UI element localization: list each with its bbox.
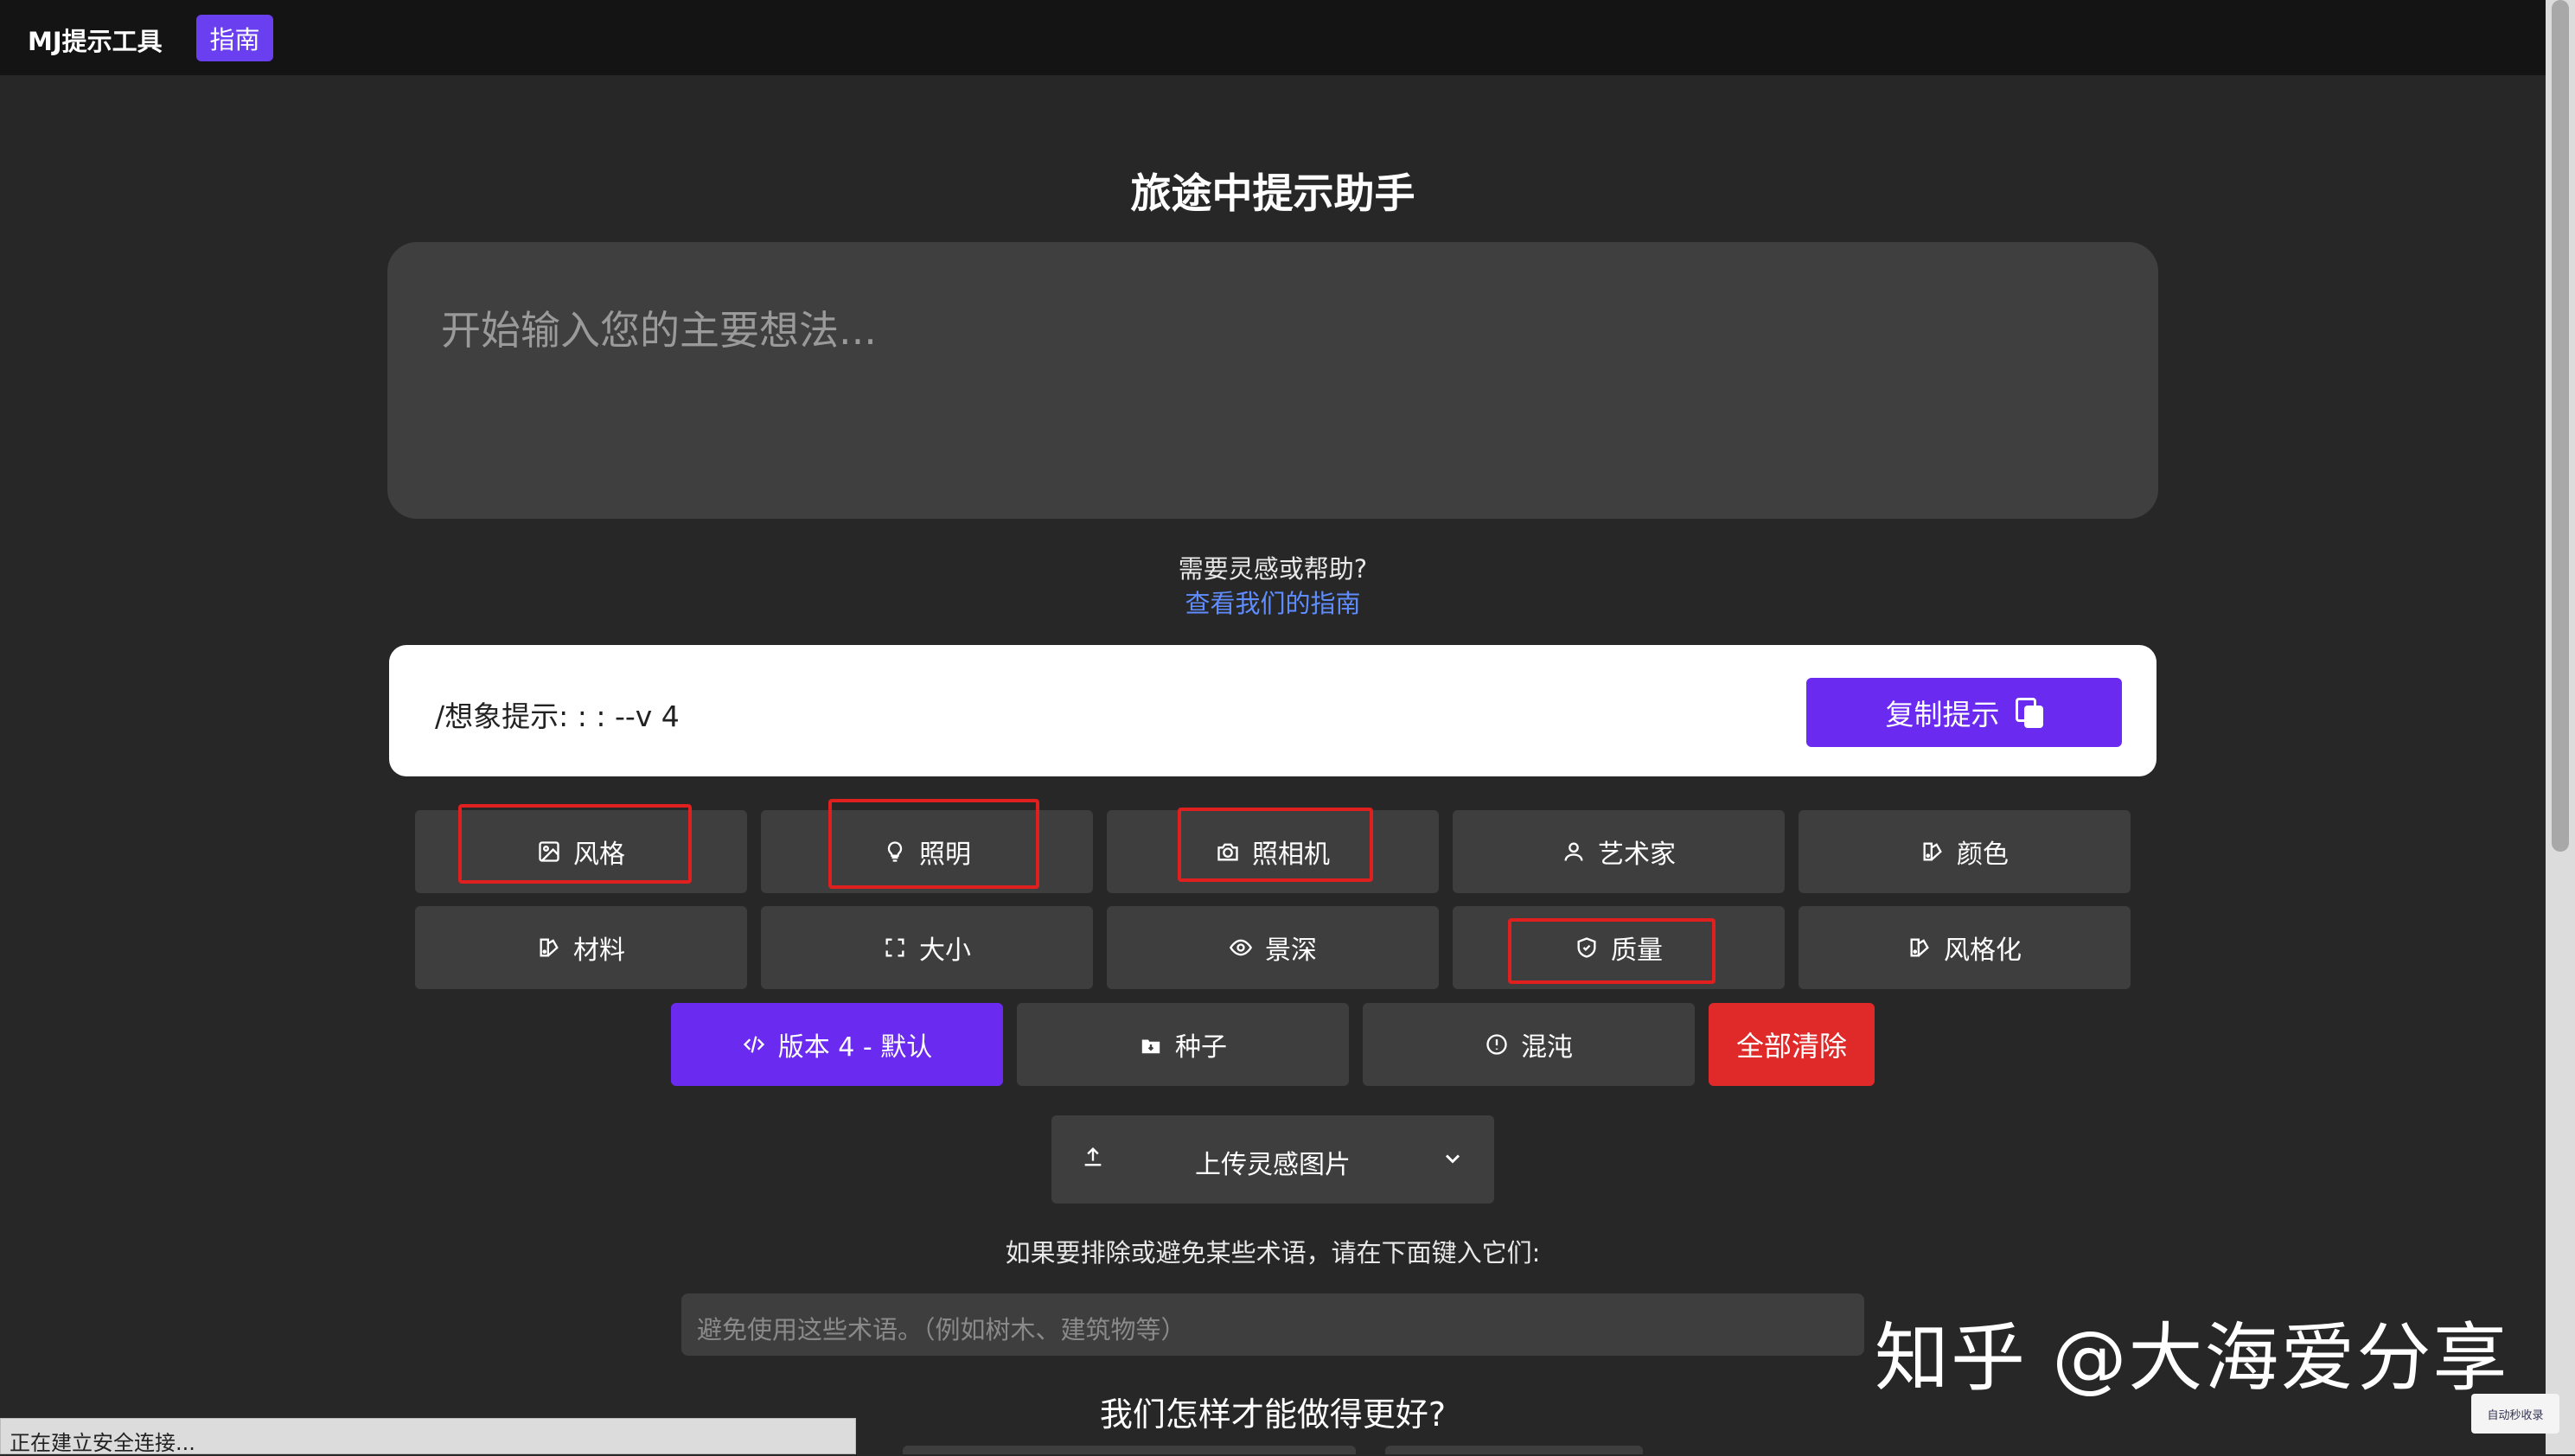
version-label: 版本 4 - 默认 bbox=[777, 1032, 933, 1063]
material-button[interactable]: 材料 bbox=[415, 906, 747, 989]
exclude-terms-label: 如果要排除或避免某些术语，请在下面键入它们: bbox=[1005, 1238, 1541, 1268]
upload-label: 上传灵感图片 bbox=[1195, 1150, 1351, 1180]
corner-logo: 自动秒收录 bbox=[2471, 1394, 2559, 1434]
chevron-down-icon bbox=[1445, 1154, 1460, 1164]
stylize-button[interactable]: 风格化 bbox=[1799, 906, 2131, 989]
palette-icon bbox=[1910, 938, 1929, 957]
top-navbar: MJ提示工具 指南 bbox=[0, 0, 2546, 75]
color-button[interactable]: 颜色 bbox=[1799, 810, 2131, 893]
highlight-box-camera bbox=[1178, 808, 1373, 882]
code-icon bbox=[743, 1036, 764, 1053]
size-label: 大小 bbox=[919, 936, 971, 966]
artist-button[interactable]: 艺术家 bbox=[1453, 810, 1785, 893]
page-title: 旅途中提示助手 bbox=[1130, 170, 1415, 218]
version-button[interactable]: 版本 4 - 默认 bbox=[671, 1003, 1003, 1086]
nav-guide-link[interactable]: 指南 bbox=[196, 15, 273, 61]
exclude-terms-input[interactable]: 避免使用这些术语。（例如树木、建筑物等） bbox=[681, 1293, 1864, 1356]
scrollbar[interactable] bbox=[2546, 0, 2575, 1454]
prompt-text: /想象提示: : : --v 4 bbox=[435, 699, 680, 733]
alert-circle-icon bbox=[1486, 1034, 1507, 1055]
artist-label: 艺术家 bbox=[1598, 840, 1676, 870]
stylize-label: 风格化 bbox=[1944, 936, 2022, 966]
chaos-button[interactable]: 混沌 bbox=[1363, 1003, 1695, 1086]
clear-all-button[interactable]: 全部清除 bbox=[1709, 1003, 1875, 1086]
clear-all-label: 全部清除 bbox=[1735, 1030, 1847, 1063]
size-button[interactable]: 大小 bbox=[761, 906, 1093, 989]
highlight-box-quality bbox=[1508, 918, 1716, 984]
color-label: 颜色 bbox=[1957, 840, 2009, 870]
feedback-option-1[interactable] bbox=[903, 1446, 1356, 1454]
depth-of-field-button[interactable]: 景深 bbox=[1107, 906, 1439, 989]
copy-icon bbox=[2015, 698, 2043, 728]
brand-logo[interactable]: MJ提示工具 bbox=[28, 22, 163, 58]
eye-icon bbox=[1229, 939, 1253, 956]
depth-of-field-label: 景深 bbox=[1265, 936, 1317, 966]
palette-icon bbox=[540, 938, 559, 957]
browser-status-bar: 正在建立安全连接... bbox=[0, 1418, 856, 1455]
copy-prompt-button[interactable]: 复制提示 bbox=[1806, 678, 2122, 747]
seed-button[interactable]: 种子 bbox=[1017, 1003, 1349, 1086]
material-label: 材料 bbox=[573, 936, 625, 966]
palette-icon bbox=[1923, 842, 1942, 861]
copy-prompt-label: 复制提示 bbox=[1885, 698, 2000, 731]
prompt-output-box: /想象提示: : : --v 4 复制提示 bbox=[389, 645, 2156, 776]
highlight-box-style bbox=[458, 804, 692, 884]
users-icon bbox=[1564, 842, 1583, 861]
guide-link[interactable]: 查看我们的指南 bbox=[0, 584, 2546, 620]
seed-label: 种子 bbox=[1175, 1032, 1227, 1063]
expand-icon bbox=[885, 938, 904, 957]
highlight-box-lighting bbox=[828, 799, 1039, 889]
help-question: 需要灵感或帮助? bbox=[1178, 554, 1368, 584]
seed-icon bbox=[1141, 1039, 1160, 1054]
chaos-label: 混沌 bbox=[1521, 1032, 1573, 1063]
upload-inspiration-dropdown[interactable]: 上传灵感图片 bbox=[1051, 1115, 1494, 1204]
feedback-option-2[interactable] bbox=[1385, 1446, 1643, 1454]
idea-input[interactable]: 开始输入您的主要想法... bbox=[387, 242, 2158, 519]
scrollbar-thumb[interactable] bbox=[2552, 0, 2569, 852]
